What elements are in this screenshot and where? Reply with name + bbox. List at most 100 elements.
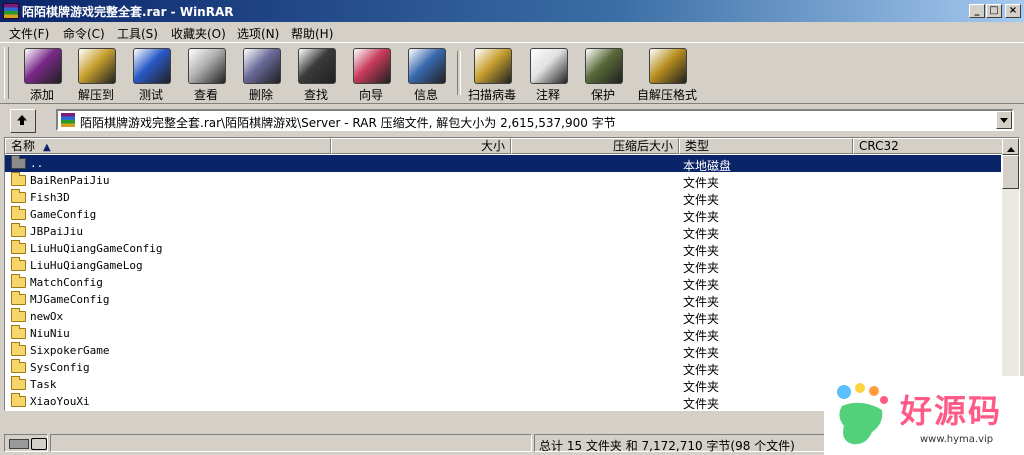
sfx-button[interactable]: 自解压格式 (636, 45, 698, 102)
protect-button[interactable]: 保护 (577, 45, 629, 102)
path-text: 陌陌棋牌游戏完整全套.rar\陌陌棋牌游戏\Server - RAR 压缩文件,… (80, 116, 616, 130)
list-item[interactable]: MatchConfig 文件夹 (5, 274, 1001, 292)
status-icons-panel (4, 434, 48, 452)
virus-scan-label: 扫描病毒 (467, 88, 516, 102)
column-size-header[interactable]: 大小 (331, 138, 511, 154)
menu-commands[interactable]: 命令(C) (63, 25, 105, 42)
item-name: SixpokerGame (30, 344, 110, 357)
toolbar-grip[interactable] (4, 47, 9, 99)
add-label: 添加 (29, 88, 54, 102)
folder-icon (11, 393, 26, 407)
sfx-icon (649, 48, 687, 84)
extract-to-icon (78, 48, 116, 84)
view-button[interactable]: 查看 (180, 45, 232, 102)
find-icon (298, 48, 336, 84)
comment-icon (530, 48, 568, 84)
protect-icon (585, 48, 623, 84)
item-name: LiuHuQiangGameConfig (30, 242, 163, 255)
minimize-button[interactable]: _ (969, 4, 985, 18)
maximize-button[interactable]: □ (986, 4, 1002, 18)
column-packed-header[interactable]: 压缩后大小 (511, 138, 679, 154)
status-selection-panel (50, 434, 532, 452)
menu-options[interactable]: 选项(N) (237, 25, 279, 42)
item-name: Task (30, 378, 57, 391)
item-name: SysConfig (30, 361, 90, 374)
key-icon[interactable] (31, 438, 47, 450)
sfx-label: 自解压格式 (636, 88, 697, 102)
extract-to-button[interactable]: 解压到 (70, 45, 122, 102)
footprint-logo-icon (837, 383, 888, 445)
folder-icon (11, 223, 26, 237)
folder-icon (11, 172, 26, 186)
folder-icon (11, 240, 26, 254)
list-item[interactable]: LiuHuQiangGameLog 文件夹 (5, 257, 1001, 275)
list-item[interactable]: MJGameConfig 文件夹 (5, 291, 1001, 309)
comment-button[interactable]: 注释 (522, 45, 574, 102)
list-item[interactable]: .. 本地磁盘 (5, 155, 1001, 173)
virus-scan-icon (474, 48, 512, 84)
address-bar: 陌陌棋牌游戏完整全套.rar\陌陌棋牌游戏\Server - RAR 压缩文件,… (0, 105, 1024, 135)
folder-icon (11, 359, 26, 373)
list-item[interactable]: newOx 文件夹 (5, 308, 1001, 326)
scroll-up-button[interactable] (1002, 138, 1019, 155)
list-item[interactable]: NiuNiu 文件夹 (5, 325, 1001, 343)
item-name: LiuHuQiangGameLog (30, 259, 143, 272)
folder-icon (11, 274, 26, 288)
view-icon (188, 48, 226, 84)
add-archive-icon (24, 48, 62, 84)
file-list[interactable]: 名称 ▲ 大小 压缩后大小 类型 CRC32 .. 本地磁盘 BaiRenPaiJiu… (4, 137, 1020, 411)
item-name: newOx (30, 310, 64, 323)
path-combo[interactable]: 陌陌棋牌游戏完整全套.rar\陌陌棋牌游戏\Server - RAR 压缩文件,… (56, 109, 1014, 131)
view-label: 查看 (193, 88, 218, 102)
virus-scan-button[interactable]: 扫描病毒 (464, 45, 520, 102)
close-button[interactable]: × (1005, 4, 1021, 18)
test-label: 测试 (138, 88, 163, 102)
drive-icon[interactable] (9, 439, 29, 449)
menu-help[interactable]: 帮助(H) (291, 25, 333, 42)
item-name: MatchConfig (30, 276, 103, 289)
folder-icon (11, 376, 26, 390)
wizard-button[interactable]: 向导 (345, 45, 397, 102)
info-button[interactable]: 信息 (400, 45, 452, 102)
title-bar[interactable]: 陌陌棋牌游戏完整全套.rar - WinRAR _ □ × (0, 0, 1024, 22)
delete-button[interactable]: 删除 (235, 45, 287, 102)
comment-label: 注释 (535, 88, 560, 102)
menu-favorites[interactable]: 收藏夹(O) (171, 25, 226, 42)
column-name-header[interactable]: 名称 ▲ (5, 138, 331, 154)
column-crc-header[interactable]: CRC32 (853, 138, 1005, 154)
item-name: Fish3D (30, 191, 70, 204)
folder-icon (11, 291, 26, 305)
column-type-header[interactable]: 类型 (679, 138, 853, 154)
sort-ascending-icon: ▲ (43, 142, 51, 153)
status-summary: 总计 15 文件夹 和 7,172,710 字节(98 个文件) (539, 439, 795, 453)
list-item[interactable]: SysConfig 文件夹 (5, 359, 1001, 377)
list-item[interactable]: BaiRenPaiJiu 文件夹 (5, 172, 1001, 190)
item-name: JBPaiJiu (30, 225, 83, 238)
vertical-scrollbar[interactable] (1002, 138, 1019, 410)
info-icon (408, 48, 446, 84)
folder-icon (11, 342, 26, 356)
up-folder-button[interactable] (10, 109, 36, 133)
list-item[interactable]: Fish3D 文件夹 (5, 189, 1001, 207)
find-button[interactable]: 查找 (290, 45, 342, 102)
list-item[interactable]: JBPaiJiu 文件夹 (5, 223, 1001, 241)
delete-icon (243, 48, 281, 84)
list-item[interactable]: SixpokerGame 文件夹 (5, 342, 1001, 360)
list-item[interactable]: LiuHuQiangGameConfig 文件夹 (5, 240, 1001, 258)
find-label: 查找 (303, 88, 328, 102)
path-dropdown-button[interactable] (996, 111, 1012, 129)
wizard-label: 向导 (358, 88, 383, 102)
add-button[interactable]: 添加 (16, 45, 68, 102)
menu-tools[interactable]: 工具(S) (117, 25, 158, 42)
archive-icon (61, 113, 75, 127)
watermark-url: www.hyma.vip (920, 434, 994, 445)
item-name: GameConfig (30, 208, 97, 221)
scroll-thumb[interactable] (1002, 155, 1019, 189)
list-header: 名称 ▲ 大小 压缩后大小 类型 CRC32 (5, 138, 1005, 154)
list-item[interactable]: GameConfig 文件夹 (5, 206, 1001, 224)
menu-file[interactable]: 文件(F) (9, 25, 49, 42)
winrar-app-icon[interactable] (3, 3, 19, 19)
folder-icon (11, 325, 26, 339)
folder-icon (11, 308, 26, 322)
test-button[interactable]: 测试 (125, 45, 177, 102)
